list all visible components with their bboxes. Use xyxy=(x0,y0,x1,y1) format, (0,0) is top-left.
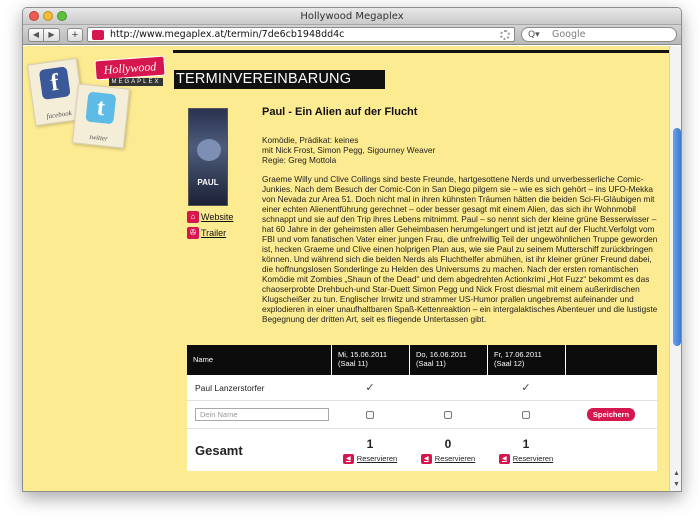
search-input[interactable]: Q▾ Google xyxy=(521,27,677,42)
header-name: Name xyxy=(193,355,214,364)
table-row: Paul Lanzerstorfer ✓ ✓ xyxy=(187,375,657,401)
search-icon: Q▾ xyxy=(528,30,540,40)
logo-main: Hollywood xyxy=(94,55,166,81)
window-controls xyxy=(29,11,67,21)
main-content: TERMINVEREINBARUNG PAUL ⌂ Website ✇ Trai… xyxy=(173,46,669,491)
total-count: 1 xyxy=(366,436,374,451)
reserve-link[interactable]: ◀ Reservieren xyxy=(342,453,397,464)
movie-poster: PAUL xyxy=(188,108,228,206)
facebook-icon: f xyxy=(38,66,71,100)
hall-label: (Saal 11) xyxy=(416,358,446,368)
site-favicon-icon xyxy=(92,30,104,40)
address-bar[interactable]: http://www.megaplex.at/termin/7de6cb1948… xyxy=(87,27,515,42)
reserve-label[interactable]: Reservieren xyxy=(435,454,475,463)
hall-label: (Saal 11) xyxy=(338,358,368,368)
loading-spinner-icon xyxy=(500,30,510,40)
save-button[interactable]: Speichern xyxy=(586,408,636,421)
reserve-label[interactable]: Reservieren xyxy=(513,454,553,463)
table-header: Name Mi, 15.06.2011 (Saal 11) Do, 16.06.… xyxy=(187,345,657,375)
header-date: Mi, 15.06.2011 (Saal 11) xyxy=(331,345,409,375)
browser-toolbar: ◀ ▶ + http://www.megaplex.at/termin/7de6… xyxy=(23,25,681,45)
twitter-stamp[interactable]: t twitter xyxy=(72,83,130,149)
total-count: 0 xyxy=(444,436,452,451)
vertical-scrollbar[interactable]: ▲ ▼ xyxy=(669,46,681,491)
date-checkbox[interactable] xyxy=(366,410,374,419)
date-checkbox[interactable] xyxy=(444,410,452,419)
trailer-link[interactable]: Trailer xyxy=(201,228,226,238)
input-row: Dein Name Speichern xyxy=(187,401,657,429)
ticket-icon: ◀ xyxy=(498,453,510,464)
close-window-button[interactable] xyxy=(29,11,39,21)
twitter-caption: twitter xyxy=(89,132,109,143)
website-link[interactable]: Website xyxy=(201,212,233,222)
title-bar: Hollywood Megaplex xyxy=(23,8,681,25)
back-button[interactable]: ◀ xyxy=(28,28,44,42)
megaplex-logo[interactable]: Hollywood MEGAPLEX xyxy=(94,55,167,88)
search-placeholder: Google xyxy=(552,29,586,40)
poster-title: PAUL xyxy=(197,178,219,187)
film-cast: mit Nick Frost, Simon Pegg, Sigourney We… xyxy=(262,145,436,155)
date-checkbox[interactable] xyxy=(522,410,530,419)
film-genre: Komödie, Prädikat: keines xyxy=(262,135,359,145)
name-input[interactable]: Dein Name xyxy=(195,408,329,421)
page-viewport: f facebook t twitter Hollywood MEGAPLEX … xyxy=(23,46,681,491)
zoom-window-button[interactable] xyxy=(57,11,67,21)
total-count: 1 xyxy=(522,436,530,451)
movie-links: ⌂ Website ✇ Trailer xyxy=(187,209,233,241)
header-empty xyxy=(565,345,657,375)
top-divider xyxy=(173,50,669,53)
browser-window: Hollywood Megaplex ◀ ▶ + http://www.mega… xyxy=(22,7,682,492)
film-title: Paul - Ein Alien auf der Flucht xyxy=(262,106,418,118)
total-label: Gesamt xyxy=(195,442,243,458)
scrollbar-thumb[interactable] xyxy=(673,128,681,346)
reserve-link[interactable]: ◀ Reservieren xyxy=(498,453,553,464)
scroll-up-icon[interactable]: ▲ xyxy=(673,470,680,477)
window-title: Hollywood Megaplex xyxy=(300,11,404,22)
home-icon: ⌂ xyxy=(187,211,199,223)
check-icon: ✓ xyxy=(365,382,375,394)
twitter-icon: t xyxy=(85,91,117,125)
ticket-icon: ◀ xyxy=(342,453,354,464)
appointment-table: Name Mi, 15.06.2011 (Saal 11) Do, 16.06.… xyxy=(187,345,657,471)
trailer-link-row[interactable]: ✇ Trailer xyxy=(187,225,233,241)
film-reel-icon: ✇ xyxy=(187,227,199,239)
check-icon: ✓ xyxy=(521,382,531,394)
reserve-link[interactable]: ◀ Reservieren xyxy=(420,453,475,464)
header-date: Fr, 17.06.2011 (Saal 12) xyxy=(487,345,565,375)
participant-name: Paul Lanzerstorfer xyxy=(195,382,265,393)
logo-sub: MEGAPLEX xyxy=(109,78,163,86)
poster-figure xyxy=(197,139,221,161)
sidebar: f facebook t twitter Hollywood MEGAPLEX xyxy=(23,46,173,491)
ticket-icon: ◀ xyxy=(420,453,432,464)
page-title: TERMINVEREINBARUNG xyxy=(174,70,385,89)
total-row: Gesamt 1 ◀ Reservieren 0 ◀ Reservieren 1 ◀… xyxy=(187,429,657,471)
film-meta: Komödie, Prädikat: keines mit Nick Frost… xyxy=(262,135,435,165)
forward-button[interactable]: ▶ xyxy=(44,28,60,42)
minimize-window-button[interactable] xyxy=(43,11,53,21)
address-url: http://www.megaplex.at/termin/7de6cb1948… xyxy=(110,29,345,40)
website-link-row[interactable]: ⌂ Website xyxy=(187,209,233,225)
scroll-down-icon[interactable]: ▼ xyxy=(673,481,680,488)
film-description: Graeme Willy und Clive Collings sind bes… xyxy=(262,174,658,324)
header-date: Do, 16.06.2011 (Saal 11) xyxy=(409,345,487,375)
film-director: Regie: Greg Mottola xyxy=(262,155,337,165)
hall-label: (Saal 12) xyxy=(494,358,525,368)
reserve-label[interactable]: Reservieren xyxy=(357,454,397,463)
add-bookmark-button[interactable]: + xyxy=(67,28,83,42)
